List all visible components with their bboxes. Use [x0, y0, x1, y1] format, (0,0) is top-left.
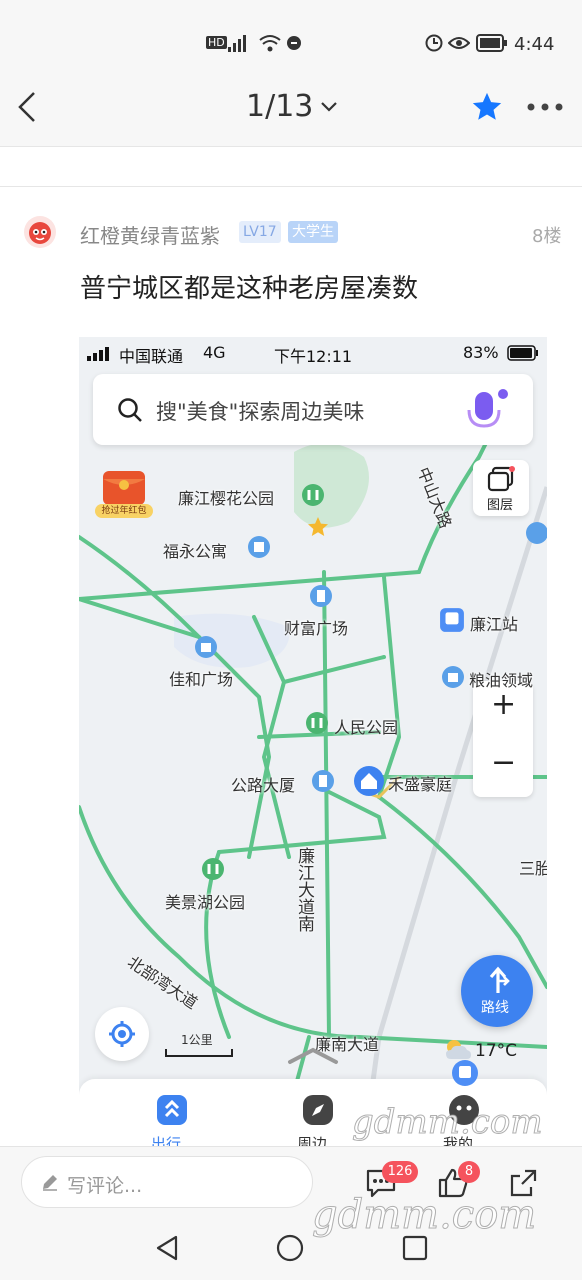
station-icon	[440, 608, 464, 632]
role-badge: 大学生	[288, 221, 338, 243]
zoom-controls: + −	[473, 681, 533, 797]
label-fuyong: 福永公寓	[163, 542, 228, 561]
crosshair-icon	[109, 1021, 135, 1047]
watermark-upper: gdmm.com	[352, 1102, 544, 1143]
status-bar: HD 4:44	[0, 0, 582, 70]
temperature: 17°C	[475, 1041, 518, 1061]
signal-icon	[228, 35, 246, 52]
route-label: 路线	[481, 1000, 509, 1016]
drag-handle-icon[interactable]	[287, 1047, 339, 1065]
label-lianjiang-park: 廉江樱花公园	[178, 489, 275, 508]
mall-icon	[310, 585, 332, 607]
compass-icon	[303, 1095, 333, 1125]
map-network: 4G	[203, 343, 226, 362]
label-sanjie: 三胎	[519, 859, 547, 878]
plaza-icon	[195, 636, 217, 658]
label-gonglu: 公路大厦	[231, 776, 296, 795]
favorite-poi-star-icon	[308, 517, 328, 536]
locate-button[interactable]	[95, 1007, 149, 1061]
comment-placeholder: 写评论...	[67, 1175, 143, 1197]
park-icon	[302, 484, 324, 506]
label-caifu: 财富广场	[284, 619, 349, 638]
author-name[interactable]: 红橙黄绿青蓝紫	[80, 220, 220, 249]
nfc-icon	[287, 36, 301, 50]
clock: 4:44	[514, 34, 555, 55]
tab-travel-label: 出行	[151, 1135, 182, 1147]
favorite-star-icon[interactable]	[470, 90, 504, 124]
comment-count-badge: 126	[382, 1161, 418, 1183]
zoom-in-button[interactable]: +	[491, 687, 516, 722]
layers-icon	[487, 466, 515, 492]
red-packet-label: 抢过年红包	[95, 504, 153, 518]
route-button[interactable]: 路线	[461, 955, 533, 1027]
tab-nearby-label: 周边	[297, 1135, 328, 1147]
restaurant-icon	[526, 522, 547, 544]
nav-home-icon[interactable]	[276, 1234, 304, 1262]
building-icon	[312, 770, 334, 792]
post-text: 普宁城区都是这种老房屋凑数	[80, 274, 419, 304]
back-arrow-icon[interactable]	[14, 90, 42, 124]
map-carrier: 中国联通	[119, 347, 184, 366]
scale-bar	[165, 1049, 233, 1057]
travel-icon	[157, 1095, 187, 1125]
post-image-map-screenshot[interactable]: 中国联通 4G 下午12:11 83% 搜"美食"探索周边美味 抢过年红包 图层…	[79, 337, 547, 1147]
label-hesheng: 禾盛豪庭	[388, 775, 453, 794]
section-divider	[0, 186, 582, 187]
voice-mic-icon[interactable]	[459, 384, 511, 436]
label-lianjiang-station: 廉江站	[470, 615, 519, 634]
zoom-out-button[interactable]: −	[491, 745, 516, 780]
map-signal-icon	[87, 347, 109, 361]
data-saver-icon	[425, 34, 443, 52]
map-battery-percent: 83%	[463, 343, 499, 362]
weather-cloud-icon	[446, 1040, 471, 1059]
battery-icon	[476, 34, 507, 52]
hd-indicator: HD	[206, 36, 227, 49]
road-lianjiang-dadao: 廉江大道南	[294, 847, 314, 932]
route-arrow-icon	[489, 966, 510, 993]
header-divider	[0, 146, 582, 147]
tab-nearby[interactable]: 周边	[293, 1093, 343, 1147]
tab-travel[interactable]: 出行	[147, 1093, 197, 1147]
bus-icon	[452, 1060, 478, 1086]
grain-poi-icon	[442, 666, 464, 688]
floor-number: 8楼	[532, 226, 562, 247]
label-renmin: 人民公园	[334, 718, 399, 737]
label-liangyou: 粮油领域	[469, 671, 534, 690]
layer-label: 图层	[487, 498, 514, 513]
apartment-icon	[248, 536, 270, 558]
map-battery-icon	[507, 345, 538, 361]
wifi-icon	[259, 35, 281, 52]
map-clock: 下午12:11	[274, 347, 353, 366]
map-search-box[interactable]: 搜"美食"探索周边美味	[93, 374, 533, 445]
search-placeholder: 搜"美食"探索周边美味	[156, 400, 365, 424]
more-menu-icon[interactable]	[526, 102, 564, 112]
red-packet-promo[interactable]: 抢过年红包	[95, 467, 153, 519]
home-icon	[354, 766, 384, 796]
chevron-down-icon[interactable]	[320, 100, 338, 114]
label-meijinghu: 美景湖公园	[165, 893, 246, 912]
lake-park-icon	[202, 858, 224, 880]
scale-label: 1公里	[181, 1033, 213, 1047]
comment-input[interactable]	[21, 1156, 313, 1208]
layer-button[interactable]: 图层	[473, 460, 529, 516]
label-jiahe: 佳和广场	[169, 670, 234, 689]
avatar[interactable]	[24, 216, 56, 248]
level-badge: LV17	[239, 221, 281, 243]
nav-recents-icon[interactable]	[401, 1234, 429, 1262]
nav-back-icon[interactable]	[154, 1234, 182, 1262]
red-envelope-icon	[103, 471, 145, 505]
like-count-badge: 8	[458, 1161, 480, 1183]
watermark-lower: gdmm.com	[311, 1192, 537, 1239]
eye-icon	[448, 37, 470, 49]
avatar-face-icon	[29, 222, 51, 244]
people-park-icon	[306, 712, 328, 734]
page-indicator[interactable]: 1/13	[246, 89, 313, 124]
search-icon	[118, 398, 142, 422]
pencil-icon	[43, 1175, 57, 1191]
